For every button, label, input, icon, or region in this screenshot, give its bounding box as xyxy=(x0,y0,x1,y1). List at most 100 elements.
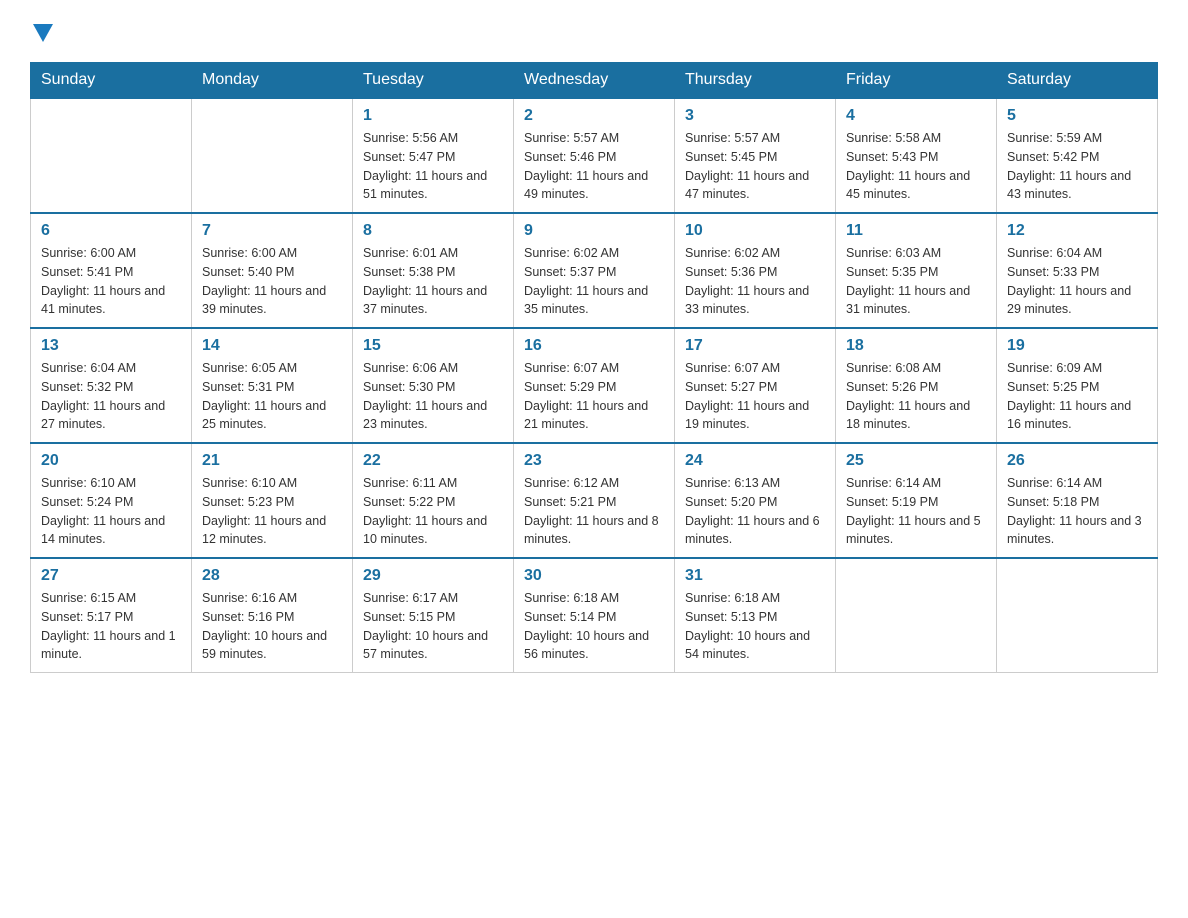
day-number: 20 xyxy=(41,452,181,470)
calendar-cell: 27Sunrise: 6:15 AM Sunset: 5:17 PM Dayli… xyxy=(31,558,192,673)
day-info: Sunrise: 6:18 AM Sunset: 5:14 PM Dayligh… xyxy=(524,589,664,664)
calendar-cell: 17 Sunrise: 6:07 AM Sunset: 5:27 PM Dayli… xyxy=(675,328,836,443)
day-number: 2 xyxy=(524,107,664,125)
calendar-cell: 18Sunrise: 6:08 AM Sunset: 5:26 PM Dayli… xyxy=(836,328,997,443)
day-number: 21 xyxy=(202,452,342,470)
day-number: 24 xyxy=(685,452,825,470)
day-number: 12 xyxy=(1007,222,1147,240)
calendar-cell xyxy=(31,98,192,213)
calendar-cell: 21 Sunrise: 6:10 AM Sunset: 5:23 PM Dayli… xyxy=(192,443,353,558)
column-header-wednesday: Wednesday xyxy=(514,63,675,99)
calendar-cell: 10 Sunrise: 6:02 AM Sunset: 5:36 PM Dayli… xyxy=(675,213,836,328)
day-number: 26 xyxy=(1007,452,1147,470)
day-info: Sunrise: 6:11 AM Sunset: 5:22 PM Dayligh… xyxy=(363,474,503,549)
day-info: Sunrise: 5:57 AM Sunset: 5:45 PM Dayligh… xyxy=(685,129,825,204)
day-info: Sunrise: 6:02 AM Sunset: 5:37 PM Dayligh… xyxy=(524,244,664,319)
day-number: 18 xyxy=(846,337,986,355)
calendar-cell: 20Sunrise: 6:10 AM Sunset: 5:24 PM Dayli… xyxy=(31,443,192,558)
calendar-cell: 16Sunrise: 6:07 AM Sunset: 5:29 PM Dayli… xyxy=(514,328,675,443)
column-header-monday: Monday xyxy=(192,63,353,99)
calendar-cell: 15 Sunrise: 6:06 AM Sunset: 5:30 PM Dayli… xyxy=(353,328,514,443)
calendar-cell: 5Sunrise: 5:59 AM Sunset: 5:42 PM Daylig… xyxy=(997,98,1158,213)
calendar-week-2: 6 Sunrise: 6:00 AM Sunset: 5:41 PM Daylig… xyxy=(31,213,1158,328)
calendar-cell: 29 Sunrise: 6:17 AM Sunset: 5:15 PM Dayli… xyxy=(353,558,514,673)
calendar-cell: 7 Sunrise: 6:00 AM Sunset: 5:40 PM Daylig… xyxy=(192,213,353,328)
day-number: 25 xyxy=(846,452,986,470)
day-info: Sunrise: 6:12 AM Sunset: 5:21 PM Dayligh… xyxy=(524,474,664,549)
day-number: 29 xyxy=(363,567,503,585)
day-number: 7 xyxy=(202,222,342,240)
calendar-cell: 13 Sunrise: 6:04 AM Sunset: 5:32 PM Dayli… xyxy=(31,328,192,443)
column-header-thursday: Thursday xyxy=(675,63,836,99)
calendar-cell xyxy=(997,558,1158,673)
page-header xyxy=(30,20,1158,42)
day-info: Sunrise: 6:02 AM Sunset: 5:36 PM Dayligh… xyxy=(685,244,825,319)
column-header-saturday: Saturday xyxy=(997,63,1158,99)
day-info: Sunrise: 6:07 AM Sunset: 5:29 PM Dayligh… xyxy=(524,359,664,434)
calendar-week-1: 1 Sunrise: 5:56 AM Sunset: 5:47 PM Daylig… xyxy=(31,98,1158,213)
calendar-cell: 9 Sunrise: 6:02 AM Sunset: 5:37 PM Daylig… xyxy=(514,213,675,328)
day-info: Sunrise: 6:01 AM Sunset: 5:38 PM Dayligh… xyxy=(363,244,503,319)
day-info: Sunrise: 5:59 AM Sunset: 5:42 PM Dayligh… xyxy=(1007,129,1147,204)
calendar-cell: 1 Sunrise: 5:56 AM Sunset: 5:47 PM Daylig… xyxy=(353,98,514,213)
day-info: Sunrise: 5:56 AM Sunset: 5:47 PM Dayligh… xyxy=(363,129,503,204)
calendar-cell: 3 Sunrise: 5:57 AM Sunset: 5:45 PM Daylig… xyxy=(675,98,836,213)
calendar-cell xyxy=(192,98,353,213)
column-header-sunday: Sunday xyxy=(31,63,192,99)
day-info: Sunrise: 6:14 AM Sunset: 5:19 PM Dayligh… xyxy=(846,474,986,549)
calendar-week-3: 13 Sunrise: 6:04 AM Sunset: 5:32 PM Dayli… xyxy=(31,328,1158,443)
calendar-table: SundayMondayTuesdayWednesdayThursdayFrid… xyxy=(30,62,1158,673)
day-number: 11 xyxy=(846,222,986,240)
day-number: 13 xyxy=(41,337,181,355)
day-number: 9 xyxy=(524,222,664,240)
calendar-cell xyxy=(836,558,997,673)
day-number: 22 xyxy=(363,452,503,470)
day-number: 3 xyxy=(685,107,825,125)
day-number: 8 xyxy=(363,222,503,240)
logo xyxy=(30,20,53,42)
day-number: 10 xyxy=(685,222,825,240)
calendar-cell: 22 Sunrise: 6:11 AM Sunset: 5:22 PM Dayli… xyxy=(353,443,514,558)
calendar-cell: 19Sunrise: 6:09 AM Sunset: 5:25 PM Dayli… xyxy=(997,328,1158,443)
day-number: 1 xyxy=(363,107,503,125)
calendar-cell: 28 Sunrise: 6:16 AM Sunset: 5:16 PM Dayli… xyxy=(192,558,353,673)
day-number: 4 xyxy=(846,107,986,125)
day-number: 14 xyxy=(202,337,342,355)
calendar-cell: 11 Sunrise: 6:03 AM Sunset: 5:35 PM Dayli… xyxy=(836,213,997,328)
calendar-cell: 31Sunrise: 6:18 AM Sunset: 5:13 PM Dayli… xyxy=(675,558,836,673)
column-header-friday: Friday xyxy=(836,63,997,99)
day-info: Sunrise: 6:04 AM Sunset: 5:33 PM Dayligh… xyxy=(1007,244,1147,319)
day-number: 6 xyxy=(41,222,181,240)
day-info: Sunrise: 6:16 AM Sunset: 5:16 PM Dayligh… xyxy=(202,589,342,664)
day-info: Sunrise: 6:07 AM Sunset: 5:27 PM Dayligh… xyxy=(685,359,825,434)
day-number: 15 xyxy=(363,337,503,355)
day-number: 19 xyxy=(1007,337,1147,355)
day-number: 27 xyxy=(41,567,181,585)
day-number: 23 xyxy=(524,452,664,470)
day-info: Sunrise: 6:00 AM Sunset: 5:40 PM Dayligh… xyxy=(202,244,342,319)
day-number: 31 xyxy=(685,567,825,585)
day-info: Sunrise: 6:00 AM Sunset: 5:41 PM Dayligh… xyxy=(41,244,181,319)
day-info: Sunrise: 6:06 AM Sunset: 5:30 PM Dayligh… xyxy=(363,359,503,434)
column-header-tuesday: Tuesday xyxy=(353,63,514,99)
day-info: Sunrise: 6:04 AM Sunset: 5:32 PM Dayligh… xyxy=(41,359,181,434)
day-info: Sunrise: 6:10 AM Sunset: 5:23 PM Dayligh… xyxy=(202,474,342,549)
calendar-cell: 23 Sunrise: 6:12 AM Sunset: 5:21 PM Dayli… xyxy=(514,443,675,558)
day-info: Sunrise: 6:05 AM Sunset: 5:31 PM Dayligh… xyxy=(202,359,342,434)
calendar-cell: 30 Sunrise: 6:18 AM Sunset: 5:14 PM Dayli… xyxy=(514,558,675,673)
day-info: Sunrise: 6:17 AM Sunset: 5:15 PM Dayligh… xyxy=(363,589,503,664)
calendar-cell: 2Sunrise: 5:57 AM Sunset: 5:46 PM Daylig… xyxy=(514,98,675,213)
day-number: 30 xyxy=(524,567,664,585)
calendar-cell: 14 Sunrise: 6:05 AM Sunset: 5:31 PM Dayli… xyxy=(192,328,353,443)
day-info: Sunrise: 6:03 AM Sunset: 5:35 PM Dayligh… xyxy=(846,244,986,319)
calendar-cell: 4Sunrise: 5:58 AM Sunset: 5:43 PM Daylig… xyxy=(836,98,997,213)
calendar-week-5: 27Sunrise: 6:15 AM Sunset: 5:17 PM Dayli… xyxy=(31,558,1158,673)
day-number: 17 xyxy=(685,337,825,355)
day-info: Sunrise: 6:13 AM Sunset: 5:20 PM Dayligh… xyxy=(685,474,825,549)
calendar-cell: 26 Sunrise: 6:14 AM Sunset: 5:18 PM Dayli… xyxy=(997,443,1158,558)
calendar-cell: 8 Sunrise: 6:01 AM Sunset: 5:38 PM Daylig… xyxy=(353,213,514,328)
day-number: 28 xyxy=(202,567,342,585)
day-info: Sunrise: 6:14 AM Sunset: 5:18 PM Dayligh… xyxy=(1007,474,1147,549)
calendar-cell: 24 Sunrise: 6:13 AM Sunset: 5:20 PM Dayli… xyxy=(675,443,836,558)
calendar-header-row: SundayMondayTuesdayWednesdayThursdayFrid… xyxy=(31,63,1158,99)
